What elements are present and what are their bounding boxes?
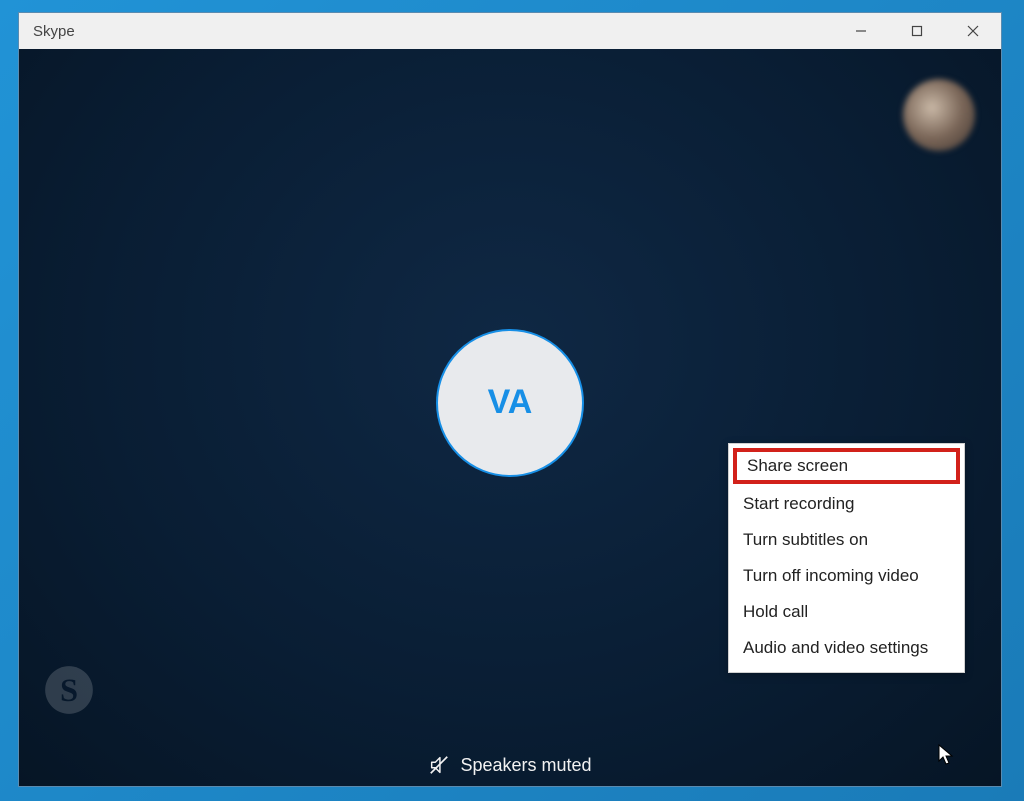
menu-item-turn-off-incoming-video[interactable]: Turn off incoming video [729, 558, 964, 594]
contact-avatar: VA [436, 329, 584, 477]
window-controls [833, 13, 1001, 49]
window-title: Skype [33, 23, 75, 40]
app-window: Skype VA S [18, 12, 1002, 787]
titlebar: Skype [19, 13, 1001, 49]
speaker-muted-icon [428, 754, 450, 776]
close-button[interactable] [945, 13, 1001, 49]
maximize-icon [911, 25, 923, 37]
status-text: Speakers muted [460, 755, 591, 776]
minimize-button[interactable] [833, 13, 889, 49]
close-icon [967, 25, 979, 37]
status-bar: Speakers muted [19, 754, 1001, 776]
maximize-button[interactable] [889, 13, 945, 49]
menu-item-audio-video-settings[interactable]: Audio and video settings [729, 630, 964, 666]
menu-item-turn-subtitles-on[interactable]: Turn subtitles on [729, 522, 964, 558]
menu-item-start-recording[interactable]: Start recording [729, 486, 964, 522]
svg-text:S: S [60, 673, 78, 709]
call-area: VA S Speakers muted Share screen Start r… [19, 49, 1001, 786]
skype-icon: S [43, 664, 95, 716]
menu-item-share-screen[interactable]: Share screen [733, 448, 960, 484]
minimize-icon [855, 25, 867, 37]
self-video-thumbnail[interactable] [903, 79, 975, 151]
more-options-menu: Share screen Start recording Turn subtit… [728, 443, 965, 673]
contact-initials: VA [488, 383, 533, 422]
menu-item-hold-call[interactable]: Hold call [729, 594, 964, 630]
skype-logo-watermark: S [43, 664, 95, 716]
